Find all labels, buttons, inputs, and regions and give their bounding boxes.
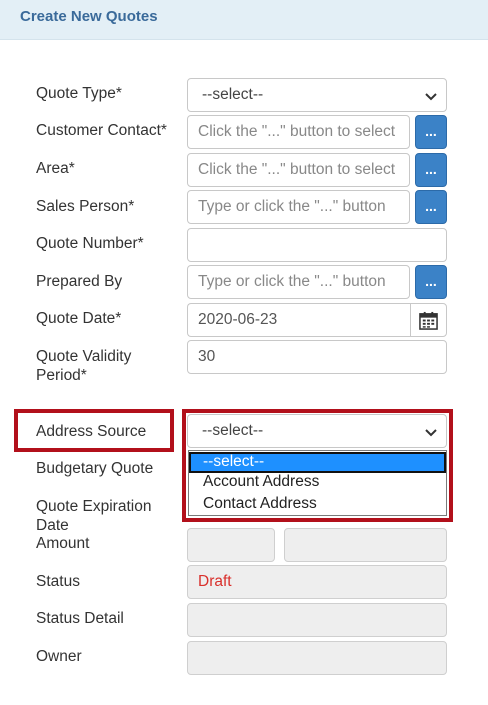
sales-person-input[interactable]: Type or click the "..." button xyxy=(187,190,410,224)
option-contact-address[interactable]: Contact Address xyxy=(189,494,446,515)
area-input[interactable]: Click the "..." button to select xyxy=(187,153,410,187)
prepared-by-lookup-button[interactable]: ... xyxy=(415,265,447,299)
quote-number-label: Quote Number* xyxy=(36,235,144,252)
address-source-select[interactable]: --select-- xyxy=(187,414,447,448)
quote-type-label: Quote Type* xyxy=(36,85,122,102)
sales-person-lookup-button[interactable]: ... xyxy=(415,190,447,224)
status-detail-label: Status Detail xyxy=(36,610,124,627)
quote-validity-label: Quote Validity Period* xyxy=(36,347,131,385)
budgetary-quote-label: Budgetary Quote xyxy=(36,460,154,477)
quote-date-label: Quote Date* xyxy=(36,310,122,327)
area-label: Area* xyxy=(36,160,75,177)
quote-date-input[interactable]: 2020-06-23 xyxy=(187,303,412,337)
address-source-options: --select-- Account Address Contact Addre… xyxy=(188,450,447,516)
customer-contact-label: Customer Contact* xyxy=(36,122,167,139)
quote-number-input[interactable] xyxy=(187,228,447,262)
calendar-icon xyxy=(419,311,438,330)
customer-contact-input[interactable]: Click the "..." button to select xyxy=(187,115,410,149)
amount-currency-field xyxy=(187,528,275,562)
customer-contact-lookup-button[interactable]: ... xyxy=(415,115,447,149)
page-header: Create New Quotes xyxy=(0,0,488,40)
chevron-down-icon xyxy=(425,429,437,437)
option-account-address[interactable]: Account Address xyxy=(189,472,446,493)
quote-type-value: --select-- xyxy=(202,86,264,103)
sales-person-label: Sales Person* xyxy=(36,198,135,215)
area-lookup-button[interactable]: ... xyxy=(415,153,447,187)
owner-label: Owner xyxy=(36,648,82,665)
status-detail-field xyxy=(187,603,447,637)
amount-value-field xyxy=(284,528,447,562)
calendar-button[interactable] xyxy=(410,303,447,337)
page-title: Create New Quotes xyxy=(20,8,158,25)
option-select[interactable]: --select-- xyxy=(189,452,446,473)
quote-type-select[interactable]: --select-- xyxy=(187,78,447,112)
status-field: Draft xyxy=(187,565,447,599)
owner-field xyxy=(187,641,447,675)
chevron-down-icon xyxy=(425,93,437,101)
quote-validity-label-line2: Period* xyxy=(36,367,87,384)
amount-label: Amount xyxy=(36,535,90,552)
quote-validity-label-line1: Quote Validity xyxy=(36,348,132,365)
quote-expiration-label-line2: Date xyxy=(36,517,69,534)
prepared-by-input[interactable]: Type or click the "..." button xyxy=(187,265,410,299)
status-label: Status xyxy=(36,573,80,590)
quote-expiration-label-line1: Quote Expiration xyxy=(36,498,152,515)
quote-expiration-label: Quote Expiration Date xyxy=(36,497,151,535)
address-source-label: Address Source xyxy=(36,423,147,440)
quote-validity-input[interactable]: 30 xyxy=(187,340,447,374)
address-source-value: --select-- xyxy=(202,422,264,439)
prepared-by-label: Prepared By xyxy=(36,273,123,290)
